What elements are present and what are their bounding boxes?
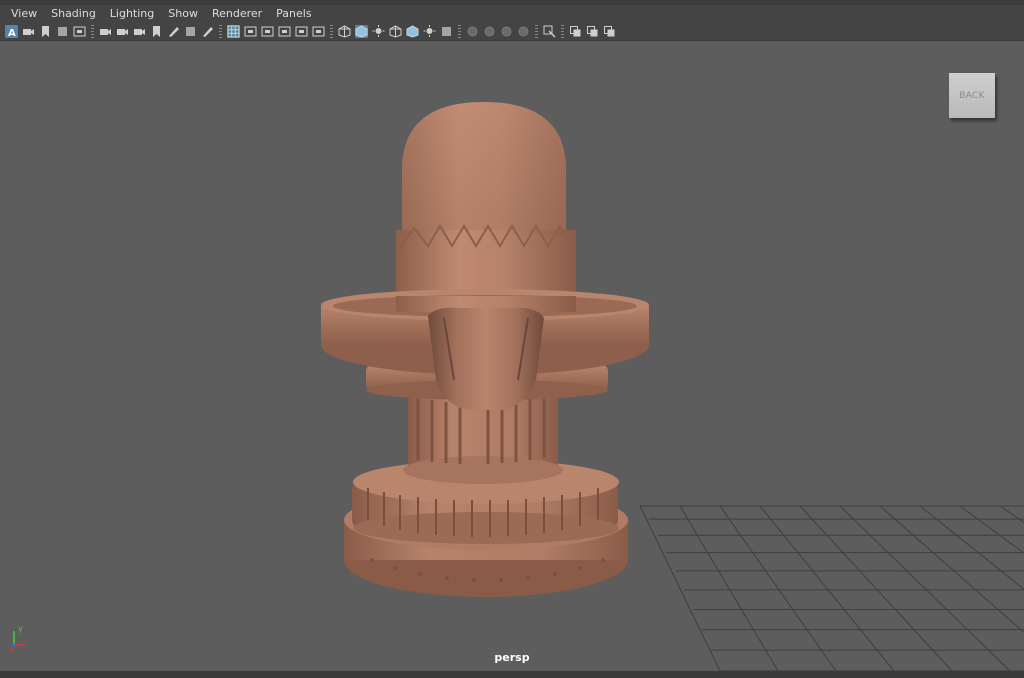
- isolate-select-icon[interactable]: [543, 25, 556, 38]
- lingam-model[interactable]: [0, 41, 1024, 671]
- toolbar-separator: [219, 24, 222, 38]
- paint-brush-icon[interactable]: [201, 25, 214, 38]
- toolbar-separator: [330, 24, 333, 38]
- xray-active-icon[interactable]: [603, 25, 616, 38]
- xray-icon[interactable]: [569, 25, 582, 38]
- camera-tumble-icon[interactable]: [116, 25, 129, 38]
- safe-action-icon[interactable]: [295, 25, 308, 38]
- grid-icon[interactable]: [227, 24, 240, 38]
- default-lighting-icon[interactable]: [372, 24, 385, 38]
- wireframe-on-shaded-icon[interactable]: [389, 24, 402, 38]
- menu-renderer[interactable]: Renderer: [209, 7, 265, 20]
- menu-show[interactable]: Show: [165, 7, 201, 20]
- film-gate-icon[interactable]: [73, 25, 86, 38]
- camera-track-icon[interactable]: [133, 25, 146, 38]
- select-camera-icon[interactable]: A: [5, 24, 18, 38]
- wireframe-icon[interactable]: [338, 24, 351, 38]
- look-at-icon[interactable]: [184, 25, 197, 38]
- viewport-bottom-border: [0, 671, 1024, 678]
- bookmark-flag-icon[interactable]: [150, 25, 163, 38]
- viewcube-face-label: BACK: [959, 90, 985, 101]
- depth-of-field-icon[interactable]: [517, 25, 530, 38]
- lingam-shaft: [396, 102, 576, 320]
- image-plane-icon[interactable]: [56, 25, 69, 38]
- smooth-shade-icon[interactable]: [355, 24, 368, 38]
- use-lights-icon[interactable]: [423, 24, 436, 38]
- toolbar-separator: [561, 24, 564, 38]
- axis-gizmo: y x: [9, 624, 26, 653]
- toolbar-separator: [91, 24, 94, 38]
- viewcube[interactable]: BACK: [949, 73, 995, 118]
- xray-joints-icon[interactable]: [586, 25, 599, 38]
- textured-icon[interactable]: [406, 24, 419, 38]
- y-axis-label: y: [18, 624, 23, 633]
- field-chart-icon[interactable]: [278, 25, 291, 38]
- toolbar-separator: [535, 24, 538, 38]
- grease-pencil-icon[interactable]: [167, 25, 180, 38]
- viewport-persp[interactable]: BACK y x persp: [0, 41, 1024, 671]
- panel-menu-bar: View Shading Lighting Show Renderer Pane…: [0, 5, 1024, 22]
- gate-mask-icon[interactable]: [261, 25, 274, 38]
- menu-view[interactable]: View: [8, 7, 40, 20]
- antialias-icon[interactable]: [500, 25, 513, 38]
- camera-icon[interactable]: [99, 25, 112, 38]
- panel-toolbar: A: [0, 22, 1024, 41]
- spout: [428, 307, 544, 410]
- shadows-icon[interactable]: [440, 25, 453, 38]
- camera-name-label: persp: [494, 651, 530, 664]
- resolution-gate-icon[interactable]: [244, 25, 257, 38]
- safe-title-icon[interactable]: [312, 25, 325, 38]
- bookmark-icon[interactable]: [39, 25, 52, 38]
- menu-shading[interactable]: Shading: [48, 7, 99, 20]
- menu-panels[interactable]: Panels: [273, 7, 314, 20]
- svg-text:A: A: [8, 28, 16, 38]
- screen-space-ao-icon[interactable]: [466, 25, 479, 38]
- motion-blur-icon[interactable]: [483, 25, 496, 38]
- toolbar-separator: [458, 24, 461, 38]
- camera-attributes-icon[interactable]: [22, 25, 35, 38]
- menu-lighting[interactable]: Lighting: [107, 7, 157, 20]
